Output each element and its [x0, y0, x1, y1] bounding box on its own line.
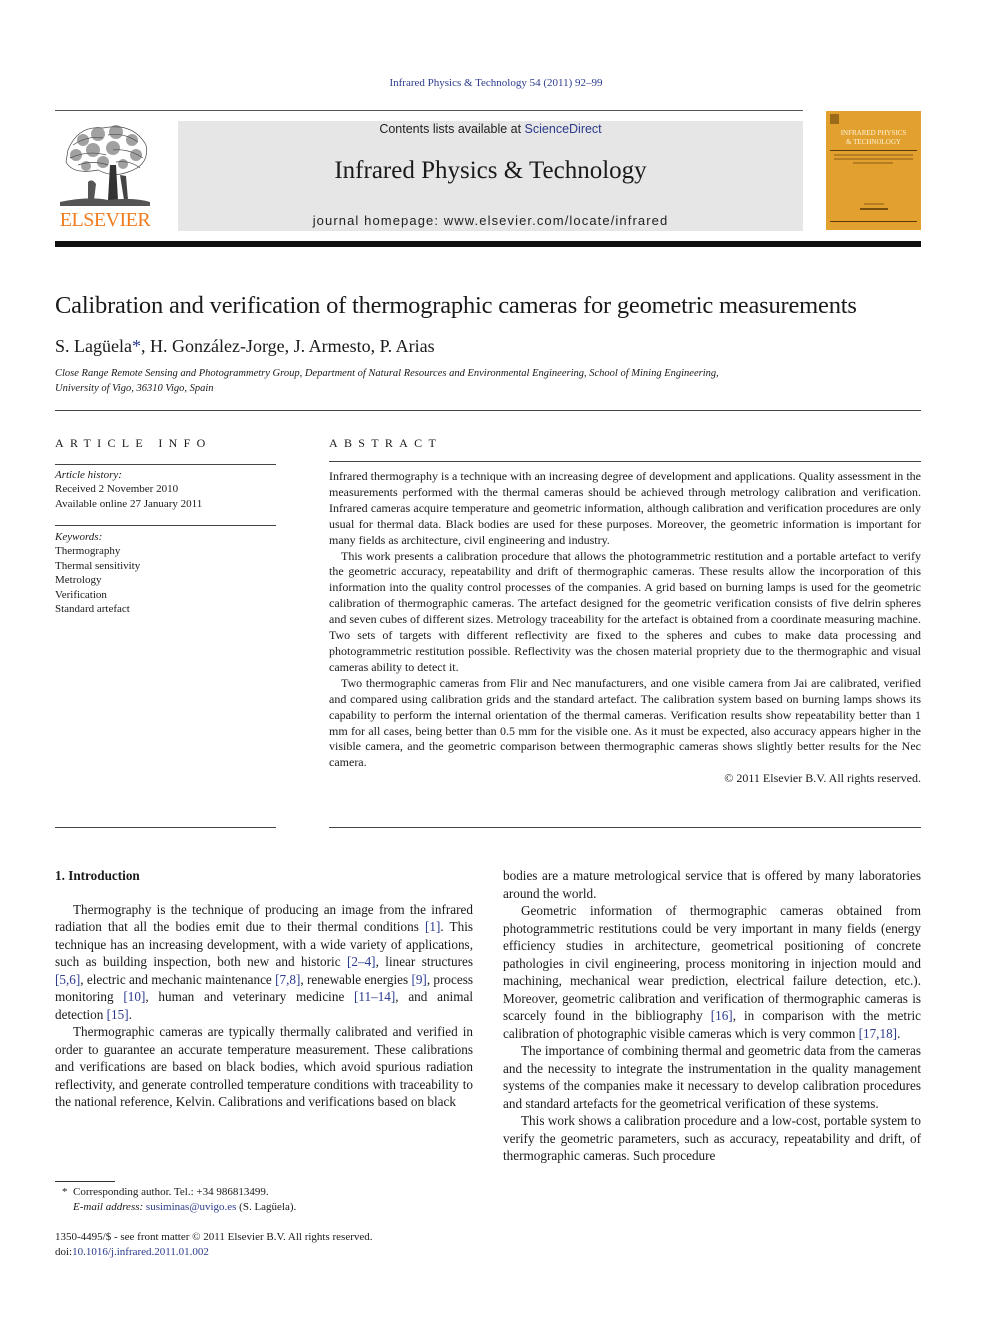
- body-paragraph: The importance of combining thermal and …: [503, 1043, 921, 1111]
- cover-publisher-logo-icon: [830, 114, 839, 124]
- contents-line: Contents lists available at ScienceDirec…: [178, 121, 803, 136]
- body-paragraph: Thermographic cameras are typically ther…: [55, 1024, 473, 1109]
- elsevier-wordmark: ELSEVIER: [59, 209, 151, 231]
- abstract-heading: ABSTRACT: [329, 436, 443, 450]
- title-divider: [55, 410, 921, 411]
- keyword: Metrology: [55, 574, 102, 587]
- author-separator: ,: [370, 336, 380, 356]
- body-left-column: 1. Introduction Thermography is the tech…: [55, 867, 473, 1111]
- keyword: Standard artefact: [55, 603, 130, 616]
- citation-link[interactable]: [11–14]: [354, 989, 395, 1004]
- journal-reference[interactable]: Infrared Physics & Technology 54 (2011) …: [0, 77, 992, 89]
- body-right-column: bodies are a mature metrological service…: [503, 867, 921, 1165]
- article-info-heading: ARTICLE INFO: [55, 436, 212, 450]
- author-name[interactable]: S. Lagüela: [55, 336, 132, 356]
- keywords-label: Keywords:: [55, 531, 103, 543]
- body-paragraph: Thermography is the technique of produci…: [55, 901, 473, 1022]
- abstract-copyright: © 2011 Elsevier B.V. All rights reserved…: [724, 771, 921, 786]
- journal-title: Infrared Physics & Technology: [334, 157, 647, 184]
- body-paragraph: This work shows a calibration procedure …: [503, 1113, 921, 1163]
- affiliation-line: Close Range Remote Sensing and Photogram…: [55, 368, 719, 379]
- citation-link[interactable]: [2–4]: [347, 954, 376, 969]
- footnote-rule: [55, 1181, 115, 1182]
- issn-doi-block: 1350-4495/$ - see front matter © 2011 El…: [55, 1230, 505, 1260]
- keyword: Thermography: [55, 545, 121, 558]
- cover-rule: [830, 221, 917, 222]
- sciencedirect-link[interactable]: ScienceDirect: [525, 122, 602, 136]
- email-label: E-mail address:: [73, 1201, 144, 1213]
- cover-title-line1: INFRARED PHYSICS: [840, 129, 907, 137]
- author-separator: ,: [140, 336, 150, 356]
- section-heading-introduction: 1. Introduction: [55, 868, 140, 883]
- footnote-marker: *: [62, 1186, 68, 1198]
- doi-prefix: doi:: [55, 1246, 73, 1258]
- journal-cover-thumbnail[interactable]: INFRARED PHYSICS & TECHNOLOGY: [826, 111, 921, 230]
- elsevier-tree-icon: [60, 125, 150, 206]
- keyword: Thermal sensitivity: [55, 559, 141, 572]
- corresponding-author-footnote: * Corresponding author. Tel.: +34 986813…: [62, 1185, 482, 1215]
- abstract-paragraph: Infrared thermography is a technique wit…: [329, 469, 921, 547]
- citation-link[interactable]: [1]: [425, 919, 440, 934]
- cover-text-line: [834, 154, 913, 156]
- keywords: Keywords: Thermography Thermal sensitivi…: [55, 530, 276, 616]
- citation-link[interactable]: [10]: [123, 989, 145, 1004]
- cover-rule: [830, 150, 917, 151]
- citation-link[interactable]: [16]: [711, 1008, 733, 1023]
- available-online-date: Available online 27 January 2011: [55, 497, 203, 510]
- cover-text-line: [853, 162, 893, 164]
- received-date: Received 2 November 2010: [55, 483, 179, 496]
- author-name[interactable]: J. Armesto: [294, 336, 371, 356]
- citation-link[interactable]: [7,8]: [275, 972, 300, 987]
- article-history-label: Article history:: [55, 469, 122, 481]
- article-title: Calibration and verification of thermogr…: [55, 292, 857, 319]
- journal-homepage[interactable]: journal homepage: www.elsevier.com/locat…: [178, 213, 803, 228]
- cover-text-line: [864, 203, 884, 205]
- abstract-divider: [329, 461, 921, 462]
- email-link[interactable]: susiminas@uvigo.es: [146, 1201, 237, 1213]
- cover-text-line: [834, 158, 913, 160]
- body-paragraph: Geometric information of thermographic c…: [503, 903, 921, 1041]
- citation-link[interactable]: [5,6]: [55, 972, 80, 987]
- abstract-bottom-rule: [329, 827, 921, 828]
- author-name[interactable]: H. González-Jorge: [150, 336, 285, 356]
- abstract-body: Infrared thermography is a technique wit…: [329, 469, 921, 787]
- corresponding-author-marker[interactable]: *: [132, 336, 141, 356]
- article-info-bottom-rule: [55, 827, 276, 828]
- header-thick-rule: [55, 241, 921, 247]
- contents-prefix: Contents lists available at: [379, 122, 525, 136]
- corresponding-author-text: Corresponding author. Tel.: +34 98681349…: [73, 1186, 269, 1198]
- citation-link[interactable]: [9]: [411, 972, 426, 987]
- keyword: Verification: [55, 588, 107, 601]
- affiliation: Close Range Remote Sensing and Photogram…: [55, 367, 875, 396]
- affiliation-line: University of Vigo, 36310 Vigo, Spain: [55, 382, 214, 394]
- article-history: Article history: Received 2 November 201…: [55, 468, 276, 511]
- doi-link[interactable]: 10.1016/j.infrared.2011.01.002: [72, 1246, 209, 1258]
- author-name[interactable]: P. Arias: [380, 336, 435, 356]
- keywords-divider: [55, 525, 276, 526]
- citation-link[interactable]: [15]: [107, 1007, 129, 1022]
- email-owner: (S. Lagüela).: [236, 1201, 297, 1213]
- cover-title-line2: & TECHNOLOGY: [846, 138, 901, 146]
- citation-link[interactable]: [17,18]: [859, 1026, 897, 1041]
- journal-banner: Contents lists available at ScienceDirec…: [178, 121, 803, 231]
- cover-title: INFRARED PHYSICS & TECHNOLOGY: [826, 129, 921, 147]
- elsevier-logo[interactable]: ELSEVIER: [54, 120, 156, 232]
- abstract-paragraph: Two thermographic cameras from Flir and …: [329, 675, 921, 770]
- author-list: S. Lagüela*, H. González-Jorge, J. Armes…: [55, 336, 435, 357]
- header-top-rule: [55, 110, 803, 111]
- issn-line: 1350-4495/$ - see front matter © 2011 El…: [55, 1231, 373, 1243]
- body-paragraph: bodies are a mature metrological service…: [503, 868, 921, 901]
- abstract-paragraph: This work presents a calibration procedu…: [329, 548, 921, 674]
- article-info-divider: [55, 464, 276, 465]
- cover-sciencedirect-mark: [860, 208, 888, 210]
- author-separator: ,: [284, 336, 294, 356]
